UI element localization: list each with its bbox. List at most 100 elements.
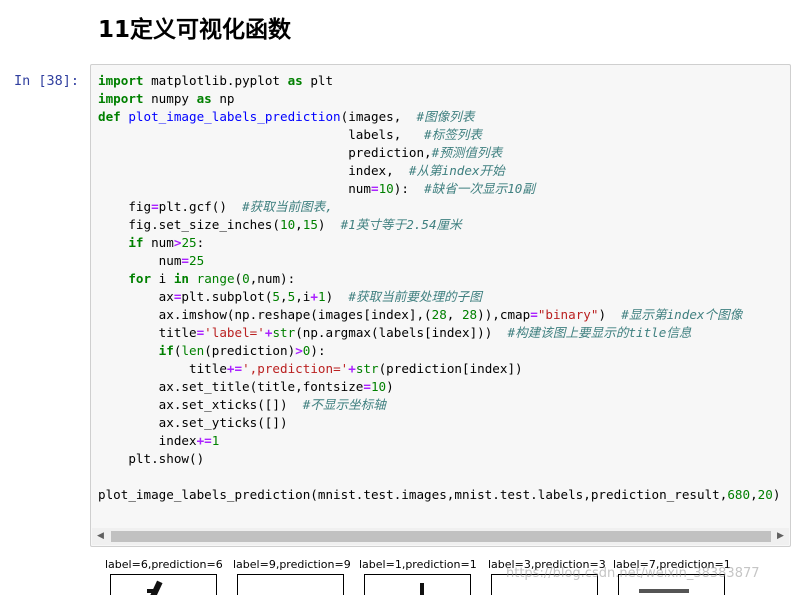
subplot-image (237, 574, 344, 595)
code-token: ',prediction=' (242, 361, 349, 376)
code-token: 10 (378, 181, 394, 196)
code-token: title (98, 325, 197, 340)
code-token: = (363, 379, 371, 394)
code-token: str (355, 361, 379, 376)
code-token: 0 (242, 271, 250, 286)
code-token: 680 (727, 487, 751, 502)
code-token: )),cmap (477, 307, 531, 322)
code-line: fig.set_size_inches(10,15) #1英寸等于2.54厘米 (98, 216, 790, 234)
watermark-text: https://blog.csdn.net/weixin_38383877 (506, 566, 760, 581)
code-token: , (280, 289, 288, 304)
code-token: ax (98, 289, 174, 304)
code-token: (prediction[index]) (378, 361, 523, 376)
code-token: num (98, 253, 182, 268)
code-token: prediction, (98, 145, 432, 160)
code-cell[interactable]: import matplotlib.pyplot as plt import nu… (90, 64, 791, 547)
code-token: 10 (370, 379, 387, 394)
code-token: ax.imshow(np.reshape(images[index],( (98, 307, 432, 322)
code-token: ,i (295, 289, 311, 304)
scroll-left-arrow-icon[interactable]: ◀ (92, 528, 109, 545)
code-token: as (287, 73, 303, 88)
code-token: ): (310, 343, 326, 358)
code-token: ( (234, 271, 243, 286)
code-line: ax=plt.subplot(5,5,i+1) #获取当前要处理的子图 (98, 288, 790, 306)
code-token: #获取当前图表, (242, 199, 333, 214)
code-token: (images, (340, 109, 417, 124)
code-token: 28 (461, 307, 478, 322)
code-token: (prediction) (204, 343, 296, 358)
subplot-title: label=6,prediction=6 (105, 558, 223, 571)
code-line: num=10): #缺省一次显示10副 (98, 180, 790, 198)
code-token: = (370, 181, 379, 196)
scroll-right-arrow-icon[interactable]: ▶ (772, 528, 789, 545)
code-token: fig (98, 199, 152, 214)
code-token: plt.gcf() (158, 199, 243, 214)
code-token: #显示第index个图像 (621, 307, 743, 322)
code-token: 'label=' (204, 325, 265, 340)
code-token: = (181, 253, 189, 268)
code-line: ax.set_title(title,fontsize=10) (98, 378, 790, 396)
code-line: ax.set_xticks([]) #不显示坐标轴 (98, 396, 790, 414)
code-token: if (128, 235, 144, 250)
code-token: len (181, 343, 205, 358)
code-token: labels, (98, 127, 425, 142)
code-token: 28 (431, 307, 447, 322)
code-token: , (446, 307, 462, 322)
subplot-image (364, 574, 471, 595)
code-token: index, (98, 163, 409, 178)
code-token: as (196, 91, 212, 106)
code-token: ) (317, 217, 341, 232)
code-token: 10 (279, 217, 296, 232)
code-token: = (530, 307, 538, 322)
code-token: 25 (189, 253, 205, 268)
code-token: plot_image_labels_prediction(mnist.test.… (98, 487, 728, 502)
code-token: #1英寸等于2.54厘米 (340, 217, 462, 232)
code-token: #缺省一次显示10副 (424, 181, 535, 196)
subplot-image (110, 574, 217, 595)
section-heading: 11定义可视化函数 (98, 17, 292, 43)
code-token: str (272, 325, 296, 340)
subplot-title: label=1,prediction=1 (359, 558, 477, 571)
code-token: 5 (272, 289, 281, 304)
code-token: ) (386, 379, 394, 394)
code-line: import matplotlib.pyplot as plt (98, 72, 790, 90)
code-token: i (151, 271, 174, 286)
code-token: + (310, 289, 318, 304)
code-token: num (98, 181, 371, 196)
code-token: = (151, 199, 159, 214)
code-token: > (295, 343, 303, 358)
code-token: import (98, 73, 144, 88)
code-token: ax.set_yticks([]) (98, 415, 288, 430)
code-line: prediction,#预测值列表 (98, 144, 790, 162)
code-token: 20 (757, 487, 773, 502)
code-line: if(len(prediction)>0): (98, 342, 790, 360)
code-token: plt (302, 73, 334, 88)
code-line: for i in range(0,num): (98, 270, 790, 288)
code-token: + (348, 361, 356, 376)
code-token: numpy (143, 91, 197, 106)
code-token: in (173, 271, 190, 286)
code-token: plt.show() (98, 451, 205, 466)
code-token: (np.argmax(labels[index])) (295, 325, 508, 340)
code-token: plt.subplot( (181, 289, 273, 304)
code-token: #获取当前要处理的子图 (348, 289, 482, 304)
scrollbar-thumb[interactable] (111, 531, 771, 542)
horizontal-scrollbar[interactable]: ◀ ▶ (92, 528, 789, 545)
code-line: index, #从第index开始 (98, 162, 790, 180)
code-token: #不显示坐标轴 (302, 397, 386, 412)
code-line: def plot_image_labels_prediction(images,… (98, 108, 790, 126)
code-token: ) (772, 487, 781, 502)
code-line: plot_image_labels_prediction(mnist.test.… (98, 486, 790, 504)
code-token: += (196, 433, 212, 448)
subplot-title: label=9,prediction=9 (233, 558, 351, 571)
code-line: ax.imshow(np.reshape(images[index],(28, … (98, 306, 790, 324)
code-token: ): (393, 181, 425, 196)
code-line: plt.show() (98, 450, 790, 468)
code-token: np (211, 91, 235, 106)
code-editor[interactable]: import matplotlib.pyplot as plt import nu… (98, 72, 790, 504)
code-token: #标签列表 (424, 127, 482, 142)
